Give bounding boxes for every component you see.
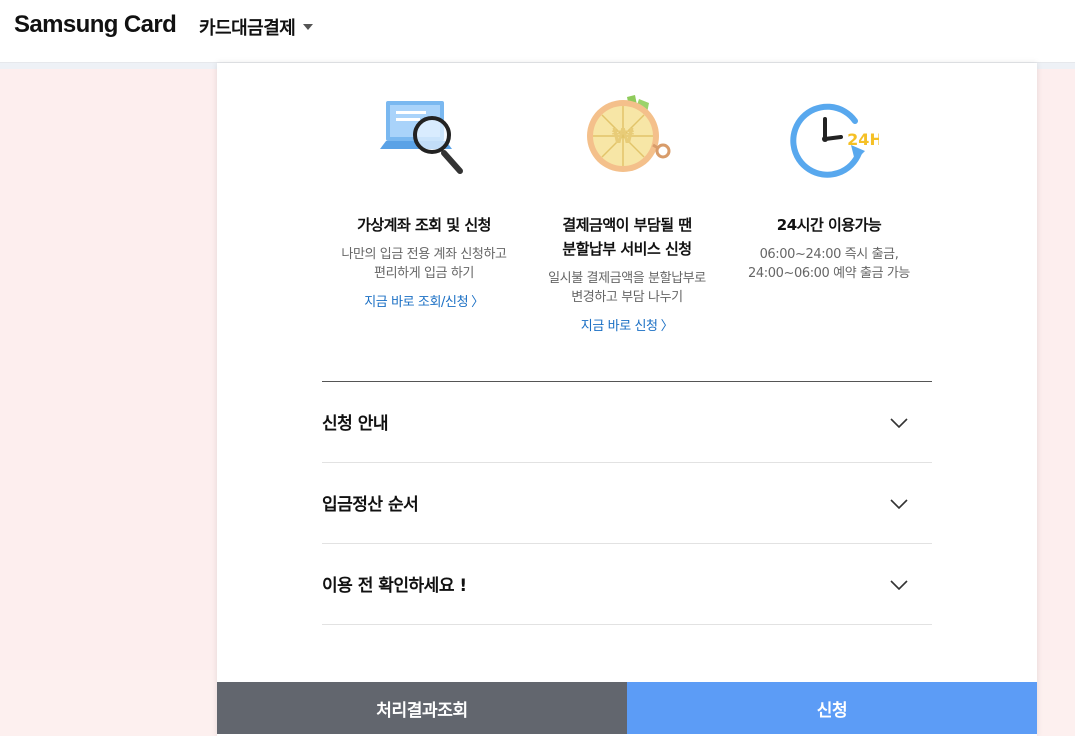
accordion-item-settlement-order[interactable]: 입금정산 순서 <box>322 463 932 544</box>
feature-desc-line: 일시불 결제금액을 분할납부로 <box>548 271 706 286</box>
feature-row: 가상계좌 조회 및 신청 나만의 입금 전용 계좌 신청하고 편리하게 입금 하… <box>217 63 1037 363</box>
accordion-item-application-guide[interactable]: 신청 안내 <box>322 382 932 463</box>
accordion-title[interactable]: 입금정산 순서 <box>322 490 419 515</box>
apply-button[interactable]: 신청 <box>627 682 1037 734</box>
menu-dropdown[interactable]: 카드대금결제 <box>199 14 314 40</box>
feature-desc-line: 06:00~24:00 즉시 출금, <box>759 247 899 262</box>
feature-desc: 일시불 결제금액을 분할납부로 변경하고 부담 나누기 <box>522 269 732 307</box>
chevron-down-icon[interactable] <box>890 418 908 428</box>
link-text[interactable]: 지금 바로 신청 <box>581 319 658 334</box>
virtual-account-link[interactable]: 지금 바로 조회/신청 〉 <box>319 291 529 310</box>
brand-logo[interactable]: Samsung Card <box>14 11 177 39</box>
link-text[interactable]: 지금 바로 조회/신청 <box>364 295 468 310</box>
menu-label[interactable]: 카드대금결제 <box>199 14 296 40</box>
accordion-title[interactable]: 신청 안내 <box>322 409 388 434</box>
feature-desc-line: 변경하고 부담 나누기 <box>571 290 683 305</box>
feature-title: 가상계좌 조회 및 신청 <box>319 213 529 237</box>
chevron-right-icon[interactable]: 〉 <box>661 319 674 334</box>
top-header: Samsung Card 카드대금결제 <box>0 0 1075 63</box>
chevron-right-icon[interactable]: 〉 <box>471 295 484 310</box>
feature-title-line: 가상계좌 조회 및 신청 <box>357 216 491 234</box>
info-accordion: 신청 안내 입금정산 순서 이용 전 확인하세요 ! <box>322 381 932 625</box>
feature-desc: 06:00~24:00 즉시 출금, 24:00~06:00 예약 출금 가능 <box>724 245 934 283</box>
accordion-title[interactable]: 이용 전 확인하세요 ! <box>322 571 467 596</box>
feature-title: 결제금액이 부담될 땐 분할납부 서비스 신청 <box>522 213 732 261</box>
feature-desc: 나만의 입금 전용 계좌 신청하고 편리하게 입금 하기 <box>319 245 529 283</box>
clock-24h-label: 24H <box>847 130 879 149</box>
clock-24h-icon: 24H <box>779 93 883 183</box>
laptop-magnifier-icon <box>374 93 474 183</box>
accordion-item-check-before-use[interactable]: 이용 전 확인하세요 ! <box>322 544 932 625</box>
chevron-down-icon[interactable] <box>890 580 908 590</box>
feature-title: 24시간 이용가능 <box>724 213 934 237</box>
chevron-down-icon[interactable] <box>890 499 908 509</box>
feature-desc-line: 편리하게 입금 하기 <box>374 266 474 281</box>
installment-link[interactable]: 지금 바로 신청 〉 <box>522 315 732 334</box>
content-panel: 가상계좌 조회 및 신청 나만의 입금 전용 계좌 신청하고 편리하게 입금 하… <box>217 63 1037 736</box>
result-inquiry-button[interactable]: 처리결과조회 <box>217 682 627 734</box>
feature-title-line: 결제금액이 부담될 땐 <box>562 216 692 234</box>
feature-desc-line: 나만의 입금 전용 계좌 신청하고 <box>341 247 507 262</box>
feature-title-line: 분할납부 서비스 신청 <box>562 240 692 258</box>
lemon-slice-won-icon: ₩ <box>577 93 677 183</box>
svg-text:₩: ₩ <box>612 124 634 148</box>
caret-down-icon[interactable] <box>303 24 314 30</box>
feature-title-line: 24시간 이용가능 <box>776 216 882 234</box>
feature-desc-line: 24:00~06:00 예약 출금 가능 <box>748 266 910 281</box>
